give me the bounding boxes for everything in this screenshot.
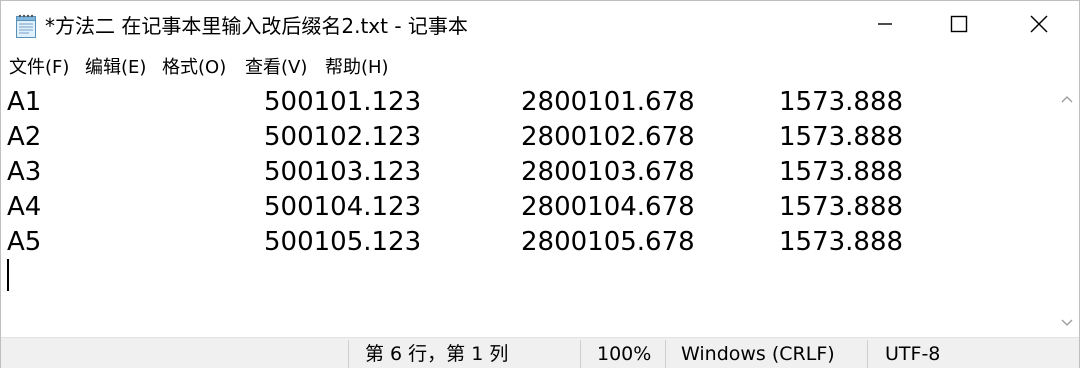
z-value: 1573.888 <box>779 157 904 187</box>
window-title: *方法二 在记事本里输入改后缀名2.txt - 记事本 <box>45 14 468 38</box>
title-bar[interactable]: *方法二 在记事本里输入改后缀名2.txt - 记事本 <box>1 1 1079 51</box>
text-line: A4 500104.123 2800104.678 1573.888 <box>1 190 1001 225</box>
minimize-icon <box>876 15 894 37</box>
menu-file[interactable]: 文件(F) <box>7 55 71 81</box>
z-value: 1573.888 <box>779 227 904 257</box>
status-divider <box>348 340 349 368</box>
x-value: 500105.123 <box>264 227 422 257</box>
close-button[interactable] <box>1000 1 1078 51</box>
x-value: 500102.123 <box>264 122 422 152</box>
status-bar: 第 6 行，第 1 列 100% Windows (CRLF) UTF-8 <box>1 337 1079 368</box>
point-name: A3 <box>7 157 42 187</box>
maximize-button[interactable] <box>920 1 998 51</box>
maximize-icon <box>949 14 969 38</box>
chevron-up-icon[interactable] <box>1059 91 1075 107</box>
z-value: 1573.888 <box>779 87 904 117</box>
point-name: A2 <box>7 122 42 152</box>
line-ending: Windows (CRLF) <box>681 343 835 365</box>
y-value: 2800104.678 <box>521 192 695 222</box>
point-name: A1 <box>7 87 42 117</box>
text-line: A5 500105.123 2800105.678 1573.888 <box>1 225 1001 260</box>
menu-help[interactable]: 帮助(H) <box>323 55 391 81</box>
point-name: A5 <box>7 227 42 257</box>
z-value: 1573.888 <box>779 192 904 222</box>
encoding: UTF-8 <box>885 343 941 365</box>
y-value: 2800101.678 <box>521 87 695 117</box>
zoom-level: 100% <box>597 343 652 365</box>
notepad-window: *方法二 在记事本里输入改后缀名2.txt - 记事本 文件(F) 编辑(E) … <box>0 0 1080 368</box>
menu-bar: 文件(F) 编辑(E) 格式(O) 查看(V) 帮助(H) <box>1 51 1079 85</box>
chevron-down-icon[interactable] <box>1059 315 1075 331</box>
text-caret <box>7 259 9 291</box>
text-editor[interactable]: A1 500101.123 2800101.678 1573.888 A2 50… <box>1 85 1055 337</box>
text-line: A2 500102.123 2800102.678 1573.888 <box>1 120 1001 155</box>
text-line: A1 500101.123 2800101.678 1573.888 <box>1 85 1001 120</box>
text-line: A3 500103.123 2800103.678 1573.888 <box>1 155 1001 190</box>
minimize-button[interactable] <box>846 1 924 51</box>
point-name: A4 <box>7 192 42 222</box>
vertical-scrollbar[interactable] <box>1055 85 1079 337</box>
menu-edit[interactable]: 编辑(E) <box>83 55 148 81</box>
y-value: 2800102.678 <box>521 122 695 152</box>
y-value: 2800103.678 <box>521 157 695 187</box>
status-divider <box>580 340 581 368</box>
notepad-icon[interactable] <box>15 13 37 39</box>
menu-view[interactable]: 查看(V) <box>243 55 309 81</box>
z-value: 1573.888 <box>779 122 904 152</box>
close-icon <box>1029 14 1049 38</box>
cursor-position: 第 6 行，第 1 列 <box>365 343 509 365</box>
x-value: 500103.123 <box>264 157 422 187</box>
menu-format[interactable]: 格式(O) <box>160 55 228 81</box>
status-divider <box>665 340 666 368</box>
y-value: 2800105.678 <box>521 227 695 257</box>
x-value: 500104.123 <box>264 192 422 222</box>
x-value: 500101.123 <box>264 87 422 117</box>
status-divider <box>867 340 868 368</box>
